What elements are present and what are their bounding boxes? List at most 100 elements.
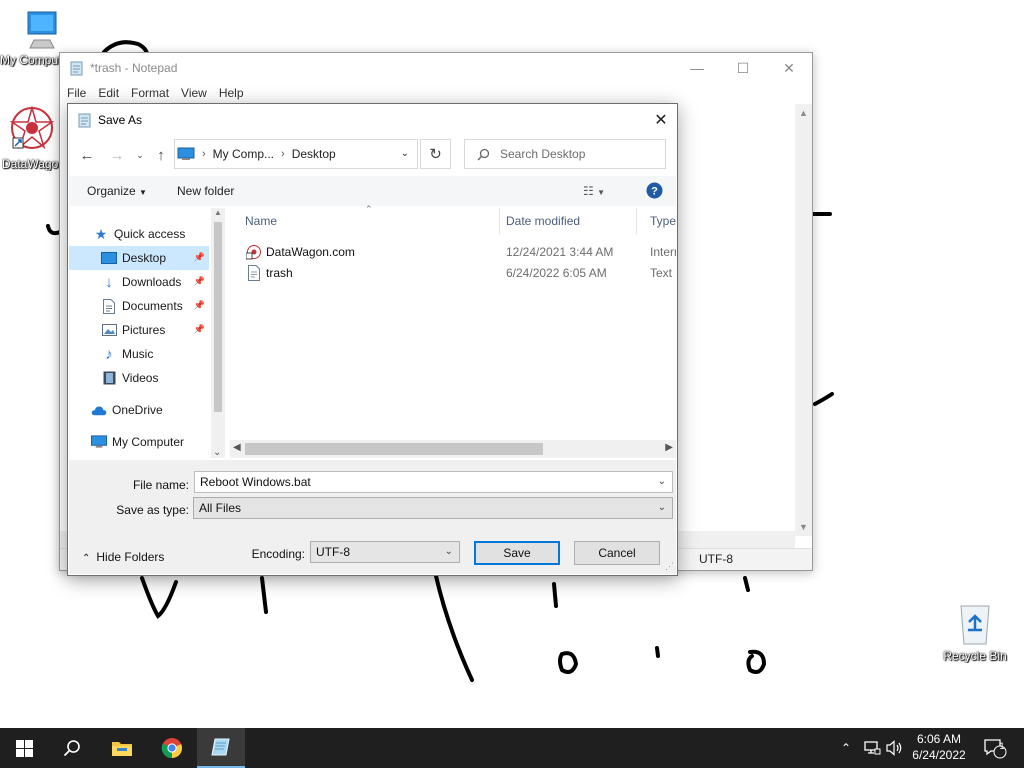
up-button[interactable]: ↑: [150, 144, 172, 166]
caret-down-icon: ▼: [139, 188, 147, 197]
chevron-down-icon[interactable]: ⌄: [658, 476, 666, 487]
nav-item-pictures[interactable]: Pictures 📌: [69, 318, 209, 342]
breadcrumb-desktop[interactable]: Desktop: [292, 147, 336, 161]
command-bar: Organize ▼ New folder ☷ ▼ ?: [69, 176, 676, 206]
save-as-dialog[interactable]: Save As ✕ ← → ⌄ ↑ › My Comp... › Desktop…: [67, 103, 678, 576]
scrollbar-thumb[interactable]: [214, 222, 222, 412]
search-input[interactable]: [500, 147, 650, 161]
taskbar-file-explorer[interactable]: [98, 728, 146, 768]
back-button[interactable]: ←: [76, 144, 98, 166]
desktop-icon-recycle-bin[interactable]: Recycle Bin: [937, 600, 1013, 663]
navigation-bar: ← → ⌄ ↑ › My Comp... › Desktop ⌄ ↻: [68, 136, 677, 176]
nav-item-label: Music: [122, 347, 154, 361]
chevron-down-icon[interactable]: ⌄: [401, 148, 409, 159]
save-as-type-select[interactable]: All Files ⌄: [193, 497, 673, 519]
action-center-button[interactable]: 1: [978, 728, 1012, 768]
chevron-up-icon: ⌃: [82, 553, 91, 564]
navigation-pane: ★ Quick access Desktop 📌 ↓ Downloads 📌 D…: [69, 208, 225, 458]
taskbar-search-button[interactable]: [48, 728, 96, 768]
music-note-icon: ♪: [105, 345, 113, 363]
arrow-up-icon: ↑: [157, 146, 165, 164]
close-button[interactable]: ✕: [766, 53, 812, 83]
breadcrumb-separator: ›: [281, 148, 285, 160]
save-options-panel: File name: Reboot Windows.bat ⌄ Save as …: [69, 460, 676, 574]
caret-down-icon: ▼: [597, 188, 606, 197]
nav-item-onedrive[interactable]: OneDrive: [69, 398, 209, 422]
file-list: ⌃ Name Date modified Type DataWagon.com …: [230, 204, 676, 458]
notepad-vertical-scrollbar[interactable]: ▲ ▼: [795, 104, 812, 536]
arrow-left-icon: ←: [79, 146, 95, 164]
search-icon: [477, 148, 490, 161]
dialog-title: Save As: [98, 112, 143, 127]
show-hidden-icons[interactable]: ⌃: [836, 728, 856, 768]
menu-format[interactable]: Format: [131, 83, 175, 103]
documents-icon: [101, 298, 117, 314]
status-encoding: UTF-8: [699, 552, 733, 566]
nav-item-my-computer[interactable]: My Computer: [69, 430, 209, 454]
address-bar[interactable]: › My Comp... › Desktop ⌄: [174, 139, 418, 169]
maximize-button[interactable]: ☐: [720, 53, 766, 83]
scroll-right-icon[interactable]: ▶: [665, 442, 673, 453]
cloud-icon: [91, 402, 107, 418]
organize-label: Organize: [87, 184, 136, 198]
menu-view[interactable]: View: [181, 83, 213, 103]
menu-help[interactable]: Help: [219, 83, 250, 103]
nav-item-label: Quick access: [114, 227, 186, 241]
help-button[interactable]: ?: [646, 182, 663, 202]
minimize-button[interactable]: —: [674, 53, 720, 83]
scrollbar-thumb[interactable]: [245, 443, 543, 455]
hide-folders-button[interactable]: ⌃ Hide Folders: [82, 550, 164, 564]
file-row[interactable]: trash 6/24/2022 6:05 AM Text Document: [230, 263, 676, 284]
pictures-icon: [101, 322, 117, 338]
organize-menu[interactable]: Organize ▼: [87, 184, 147, 198]
breadcrumb-my-computer[interactable]: My Comp...: [213, 147, 274, 161]
url-shortcut-icon: [246, 245, 261, 260]
nav-item-label: Documents: [122, 299, 183, 313]
file-row[interactable]: DataWagon.com 12/24/2021 3:44 AM Interne…: [230, 242, 676, 263]
cancel-button[interactable]: Cancel: [574, 541, 660, 565]
taskbar-chrome[interactable]: [148, 728, 196, 768]
column-header-type[interactable]: Type: [636, 208, 676, 234]
volume-control[interactable]: [884, 728, 906, 768]
view-options-button[interactable]: ☷ ▼: [583, 184, 605, 198]
resize-grip-icon[interactable]: ⋰: [665, 561, 674, 572]
file-name: DataWagon.com: [266, 245, 355, 259]
clock-time: 6:06 AM: [916, 732, 962, 746]
new-folder-button[interactable]: New folder: [177, 184, 234, 198]
file-explorer-icon: [112, 742, 132, 756]
pin-icon: 📌: [193, 300, 205, 310]
nav-item-videos[interactable]: Videos: [69, 366, 209, 390]
dialog-close-button[interactable]: ✕: [645, 104, 677, 135]
recent-locations-button[interactable]: ⌄: [129, 144, 151, 166]
forward-button[interactable]: →: [106, 144, 128, 166]
menu-file[interactable]: File: [67, 83, 92, 103]
search-box[interactable]: [464, 139, 666, 169]
taskbar-notepad[interactable]: [197, 728, 245, 768]
nav-item-desktop[interactable]: Desktop 📌: [69, 246, 209, 270]
scroll-left-icon[interactable]: ◀: [233, 442, 241, 453]
dialog-titlebar[interactable]: Save As: [68, 104, 677, 135]
nav-item-quick-access[interactable]: ★ Quick access: [69, 222, 209, 246]
nav-item-music[interactable]: ♪ Music: [69, 342, 209, 366]
chevron-down-icon[interactable]: ⌄: [213, 447, 221, 458]
nav-item-documents[interactable]: Documents 📌: [69, 294, 209, 318]
recycle-bin-icon: [960, 605, 990, 645]
file-name-value: Reboot Windows.bat: [200, 475, 311, 489]
encoding-select[interactable]: UTF-8 ⌄: [310, 541, 460, 563]
nav-pane-scrollbar[interactable]: ▲ ⌄: [211, 208, 225, 458]
clock[interactable]: 6:06 AM 6/24/2022: [905, 731, 973, 763]
nav-item-downloads[interactable]: ↓ Downloads 📌: [69, 270, 209, 294]
menu-edit[interactable]: Edit: [98, 83, 125, 103]
file-name-field[interactable]: Reboot Windows.bat ⌄: [194, 471, 673, 493]
network-status[interactable]: [860, 728, 884, 768]
notepad-icon: [211, 738, 230, 756]
start-button[interactable]: [0, 728, 48, 768]
encoding-value: UTF-8: [316, 545, 350, 559]
save-button[interactable]: Save: [474, 541, 560, 565]
column-header-name[interactable]: Name: [230, 208, 500, 234]
column-header-date-modified[interactable]: Date modified: [491, 208, 637, 234]
refresh-button[interactable]: ↻: [420, 139, 451, 169]
file-list-horizontal-scrollbar[interactable]: ◀ ▶: [230, 440, 676, 458]
refresh-icon: ↻: [429, 146, 442, 163]
clock-date: 6/24/2022: [912, 748, 966, 762]
